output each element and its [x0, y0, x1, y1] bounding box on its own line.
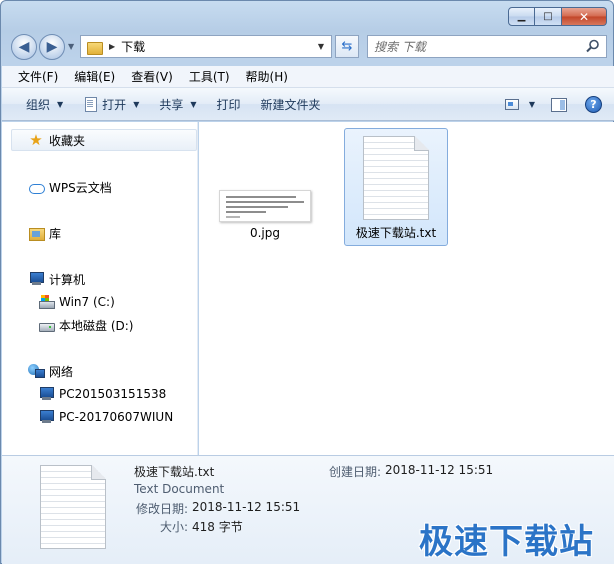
- preview-pane-icon[interactable]: [551, 97, 567, 112]
- chevron-down-icon: ▼: [57, 99, 64, 109]
- watermark-logo: 极速下载站: [419, 522, 594, 562]
- menu-view[interactable]: 查看(V): [123, 68, 181, 85]
- nav-pc1-label: PC201503151538: [59, 387, 167, 401]
- detail-file-type: Text Document: [134, 482, 225, 496]
- caption-buttons: ▁ □ ✕: [508, 7, 607, 26]
- menu-bar: 文件(F) 编辑(E) 查看(V) 工具(T) 帮助(H): [2, 66, 614, 88]
- nav-favorites[interactable]: ★ 收藏夹: [11, 129, 197, 151]
- cloud-icon: [28, 179, 45, 195]
- computer-icon: [28, 271, 44, 287]
- file-item-jpg[interactable]: 0.jpg: [213, 128, 317, 246]
- organize-button[interactable]: 组织 ▼: [16, 92, 73, 116]
- nav-drive-d[interactable]: 本地磁盘 (D:): [38, 314, 133, 336]
- search-input[interactable]: [374, 36, 584, 57]
- network-computer-icon: [38, 386, 54, 402]
- organize-label: 组织: [26, 97, 51, 112]
- share-label: 共享: [159, 97, 184, 112]
- nav-libraries[interactable]: 库: [28, 222, 61, 244]
- print-label: 打印: [216, 97, 241, 112]
- back-arrow-icon: ◀: [18, 39, 30, 55]
- toolbar-right: ▼ ?: [501, 88, 614, 121]
- chevron-down-icon: ▼: [190, 99, 197, 109]
- maximize-button[interactable]: □: [535, 7, 562, 26]
- recent-pages-chevron-down-icon[interactable]: ▼: [68, 42, 74, 51]
- address-bar[interactable]: ▶ 下载 ▼: [80, 35, 332, 58]
- detail-size-label: 大小:: [160, 520, 189, 534]
- menu-tools[interactable]: 工具(T): [181, 68, 238, 85]
- open-button[interactable]: 打开 ▼: [73, 92, 149, 116]
- text-document-icon: [40, 465, 106, 549]
- folder-icon: [87, 40, 103, 55]
- refresh-button[interactable]: ⇆: [335, 35, 359, 58]
- nav-wps-label: WPS云文档: [49, 180, 112, 195]
- file-name: 0.jpg: [249, 226, 281, 240]
- nav-network-label: 网络: [49, 364, 74, 379]
- help-icon[interactable]: ?: [585, 96, 602, 113]
- chevron-down-icon: ▼: [133, 99, 140, 109]
- nav-wps-cloud[interactable]: WPS云文档: [28, 176, 112, 198]
- image-thumbnail-icon: [219, 190, 311, 222]
- forward-arrow-icon: ▶: [46, 39, 58, 55]
- nav-computer[interactable]: 计算机: [28, 268, 85, 290]
- file-list: 0.jpg 极速下载站.txt: [199, 122, 614, 455]
- search-icon[interactable]: [586, 39, 600, 53]
- star-icon: ★: [29, 131, 43, 149]
- nav-network-pc-1[interactable]: PC201503151538: [38, 383, 166, 405]
- nav-network[interactable]: 网络: [28, 360, 73, 382]
- nav-network-pc-2[interactable]: PC-20170607WIUN: [38, 406, 173, 428]
- file-item-txt[interactable]: 极速下载站.txt: [344, 128, 448, 246]
- menu-edit[interactable]: 编辑(E): [66, 68, 123, 85]
- detail-modified-value: 2018-11-12 15:51: [192, 500, 301, 514]
- nav-computer-label: 计算机: [49, 272, 86, 287]
- navigation-pane: ★ 收藏夹 WPS云文档 库 计算机 Win7 (C:) 本地磁盘 (D:) 网…: [2, 122, 198, 455]
- nav-drive-c-label: Win7 (C:): [59, 295, 115, 309]
- forward-button[interactable]: ▶: [39, 34, 65, 60]
- back-button[interactable]: ◀: [11, 34, 37, 60]
- library-icon: [28, 225, 45, 241]
- refresh-icon: ⇆: [341, 39, 353, 54]
- detail-size-value: 418 字节: [192, 520, 243, 534]
- nav-pc2-label: PC-20170607WIUN: [59, 410, 174, 424]
- breadcrumb-chevron-right-icon[interactable]: ▶: [109, 42, 115, 51]
- network-computer-icon: [38, 409, 54, 425]
- nav-libraries-label: 库: [49, 226, 62, 241]
- search-box[interactable]: [367, 35, 607, 58]
- network-icon: [28, 363, 45, 379]
- document-icon: [83, 97, 98, 112]
- address-chevron-down-icon[interactable]: ▼: [313, 38, 329, 55]
- menu-help[interactable]: 帮助(H): [238, 68, 296, 85]
- nav-drive-c[interactable]: Win7 (C:): [38, 291, 115, 313]
- file-name: 极速下载站.txt: [355, 226, 437, 240]
- new-folder-button[interactable]: 新建文件夹: [251, 92, 331, 116]
- nav-favorites-label: 收藏夹: [49, 133, 86, 148]
- detail-created-value: 2018-11-12 15:51: [385, 463, 494, 477]
- detail-modified-label: 修改日期:: [136, 502, 189, 516]
- details-pane: 极速下载站.txt Text Document 修改日期: 2018-11-12…: [2, 455, 614, 564]
- open-label: 打开: [102, 97, 127, 112]
- nav-drive-d-label: 本地磁盘 (D:): [59, 318, 134, 333]
- breadcrumb-current[interactable]: 下载: [121, 38, 145, 55]
- explorer-window: ▁ □ ✕ ◀ ▶ ▼ ▶ 下载 ▼ ⇆ 文件(F) 编辑(E) 查看(V) 工…: [0, 0, 614, 564]
- detail-created-label: 创建日期:: [329, 465, 382, 479]
- minimize-button[interactable]: ▁: [508, 7, 535, 26]
- print-button[interactable]: 打印: [207, 92, 251, 116]
- views-chevron-down-icon[interactable]: ▼: [529, 100, 535, 109]
- text-document-icon: [363, 136, 429, 220]
- change-view-icon[interactable]: [504, 99, 519, 110]
- detail-file-name: 极速下载站.txt: [134, 465, 215, 479]
- share-button[interactable]: 共享 ▼: [149, 92, 206, 116]
- address-row: ◀ ▶ ▼ ▶ 下载 ▼ ⇆: [9, 34, 607, 60]
- command-bar: 组织 ▼ 打开 ▼ 共享 ▼ 打印 新建文件夹 ▼ ?: [2, 88, 614, 121]
- menu-file[interactable]: 文件(F): [2, 68, 66, 85]
- close-button[interactable]: ✕: [562, 7, 607, 26]
- hard-drive-icon: [38, 317, 55, 333]
- new-folder-label: 新建文件夹: [260, 97, 321, 112]
- system-drive-icon: [38, 294, 55, 310]
